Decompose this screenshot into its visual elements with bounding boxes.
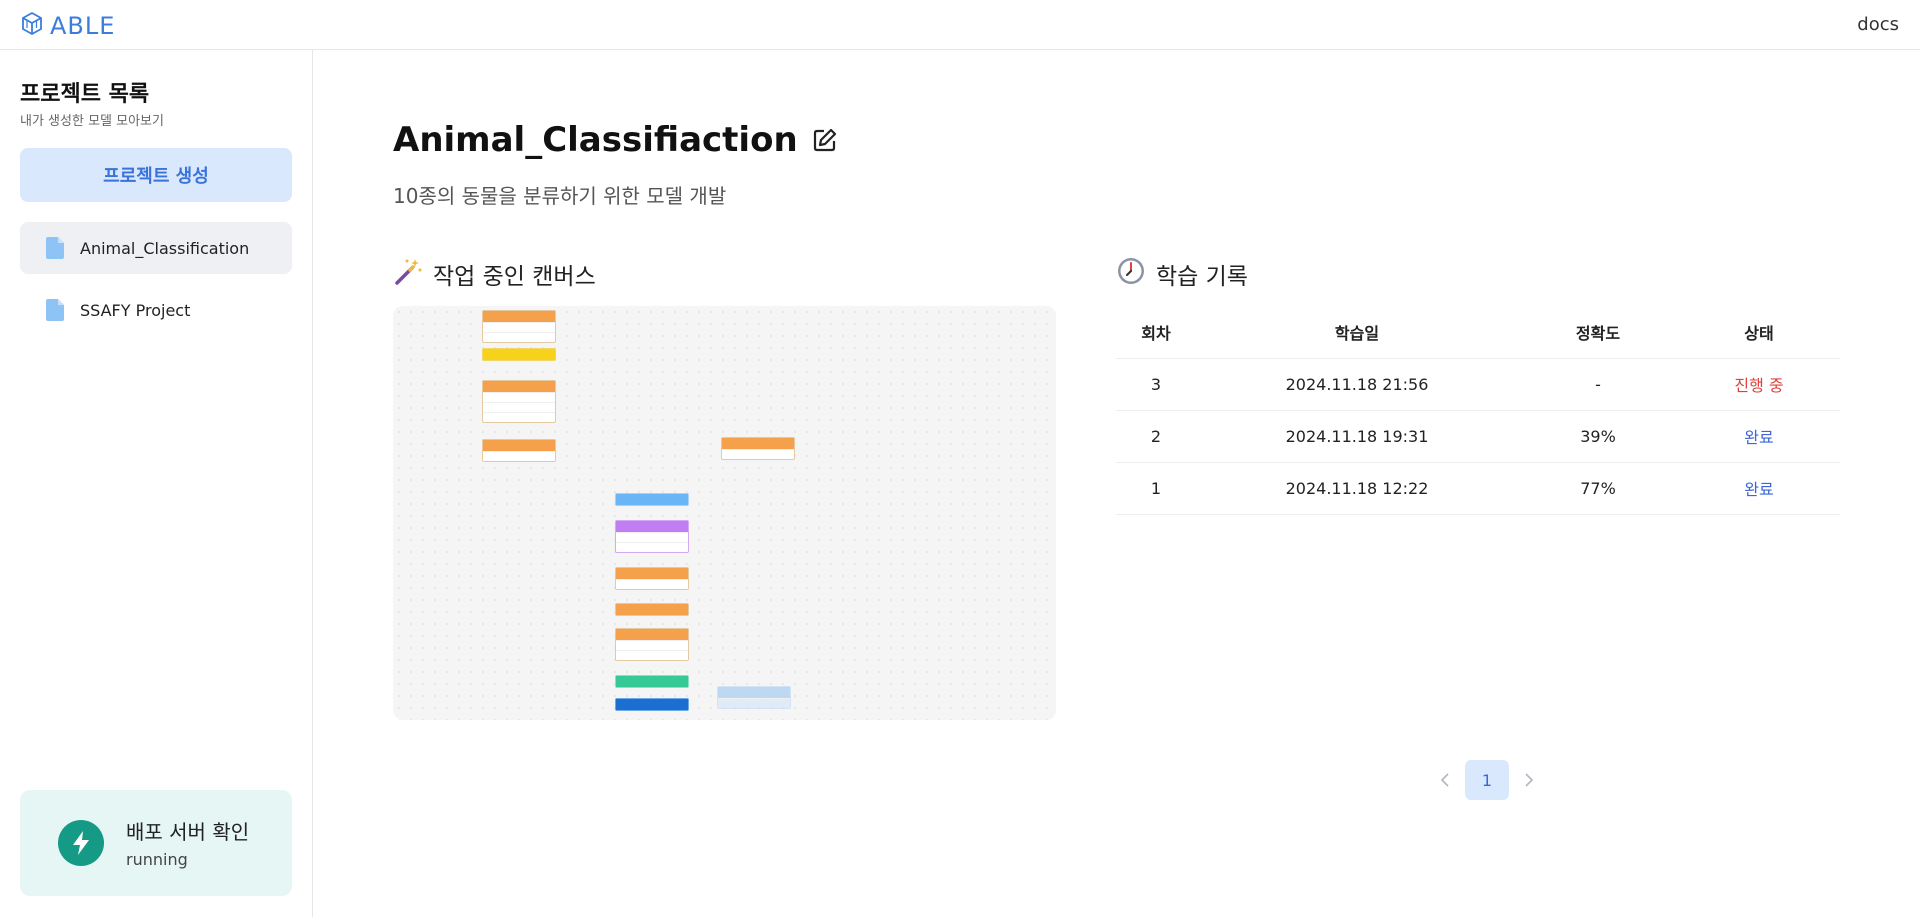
sidebar: 프로젝트 목록 내가 생성한 모델 모아보기 프로젝트 생성 Animal_Cl…	[0, 50, 313, 917]
create-project-button[interactable]: 프로젝트 생성	[20, 148, 292, 202]
project-title-row: Animal_Classifiaction	[393, 120, 838, 160]
accuracy-cell: 77%	[1518, 462, 1678, 515]
canvas-node	[482, 310, 556, 343]
canvas-node	[721, 437, 795, 460]
canvas-title: 작업 중인 캔버스	[433, 264, 596, 290]
round-cell: 2	[1116, 410, 1196, 463]
date-cell: 2024.11.18 19:31	[1196, 410, 1518, 463]
date-cell: 2024.11.18 21:56	[1196, 358, 1518, 411]
canvas-node	[615, 698, 689, 711]
edit-icon[interactable]	[812, 127, 838, 153]
canvas-node	[615, 520, 689, 553]
column-header-round: 회차	[1116, 306, 1196, 359]
history-title: 학습 기록	[1156, 264, 1248, 290]
accuracy-cell: -	[1518, 358, 1678, 411]
top-bar: ABLE docs	[0, 0, 1920, 50]
column-header-accuracy: 정확도	[1518, 306, 1678, 359]
file-icon	[46, 237, 64, 259]
canvas-preview[interactable]	[393, 306, 1056, 720]
deploy-title: 배포 서버 확인	[126, 820, 250, 844]
history-table: 회차 학습일 정확도 상태 3 2024.11.18 21:56 - 진행 중 …	[1116, 306, 1840, 515]
deploy-server-card[interactable]: 배포 서버 확인 running	[20, 790, 292, 896]
chevron-left-icon[interactable]	[1437, 772, 1453, 788]
sidebar-title: 프로젝트 목록	[20, 82, 150, 107]
sidebar-subtitle: 내가 생성한 모델 모아보기	[20, 114, 164, 129]
chevron-right-icon[interactable]	[1521, 772, 1537, 788]
table-row[interactable]: 2 2024.11.18 19:31 39% 완료	[1116, 410, 1840, 463]
deploy-status: running	[126, 850, 188, 869]
column-header-date: 학습일	[1196, 306, 1518, 359]
table-row[interactable]: 1 2024.11.18 12:22 77% 완료	[1116, 462, 1840, 515]
file-icon	[46, 299, 64, 321]
sidebar-item-label: Animal_Classification	[80, 238, 250, 258]
round-cell: 1	[1116, 462, 1196, 515]
canvas-node	[482, 380, 556, 423]
canvas-node	[615, 675, 689, 688]
canvas-section-title: 작업 중인 캔버스	[393, 256, 596, 292]
canvas-node	[482, 348, 556, 361]
accuracy-cell: 39%	[1518, 410, 1678, 463]
cube-logo-icon	[20, 11, 44, 41]
column-header-status: 상태	[1678, 306, 1840, 359]
table-row[interactable]: 3 2024.11.18 21:56 - 진행 중	[1116, 358, 1840, 411]
status-cell: 완료	[1678, 410, 1840, 463]
project-description: 10종의 동물을 분류하기 위한 모델 개발	[393, 184, 727, 208]
lightning-icon	[58, 820, 104, 866]
status-cell: 진행 중	[1678, 358, 1840, 411]
canvas-node	[482, 439, 556, 462]
sidebar-item-project[interactable]: SSAFY Project	[20, 284, 292, 336]
page-number-button[interactable]: 1	[1465, 760, 1509, 800]
history-section-title: 학습 기록	[1116, 256, 1248, 292]
app-logo[interactable]: ABLE	[20, 11, 115, 41]
round-cell: 3	[1116, 358, 1196, 411]
pagination: 1	[1437, 760, 1537, 800]
canvas-node	[615, 493, 689, 506]
history-table-container: 회차 학습일 정확도 상태 3 2024.11.18 21:56 - 진행 중 …	[1116, 306, 1840, 515]
table-header-row: 회차 학습일 정확도 상태	[1116, 306, 1840, 359]
date-cell: 2024.11.18 12:22	[1196, 462, 1518, 515]
clock-icon	[1116, 256, 1146, 292]
canvas-node	[615, 603, 689, 616]
sidebar-item-label: SSAFY Project	[80, 300, 191, 320]
main-content: Animal_Classifiaction 10종의 동물을 분류하기 위한 모…	[313, 50, 1920, 917]
canvas-node	[717, 686, 791, 709]
canvas-node	[615, 567, 689, 590]
status-cell: 완료	[1678, 462, 1840, 515]
project-title: Animal_Classifiaction	[393, 120, 798, 160]
magic-wand-icon	[393, 256, 423, 292]
sidebar-item-project[interactable]: Animal_Classification	[20, 222, 292, 274]
canvas-node	[615, 628, 689, 661]
logo-text: ABLE	[50, 12, 116, 40]
docs-link[interactable]: docs	[1857, 14, 1899, 35]
